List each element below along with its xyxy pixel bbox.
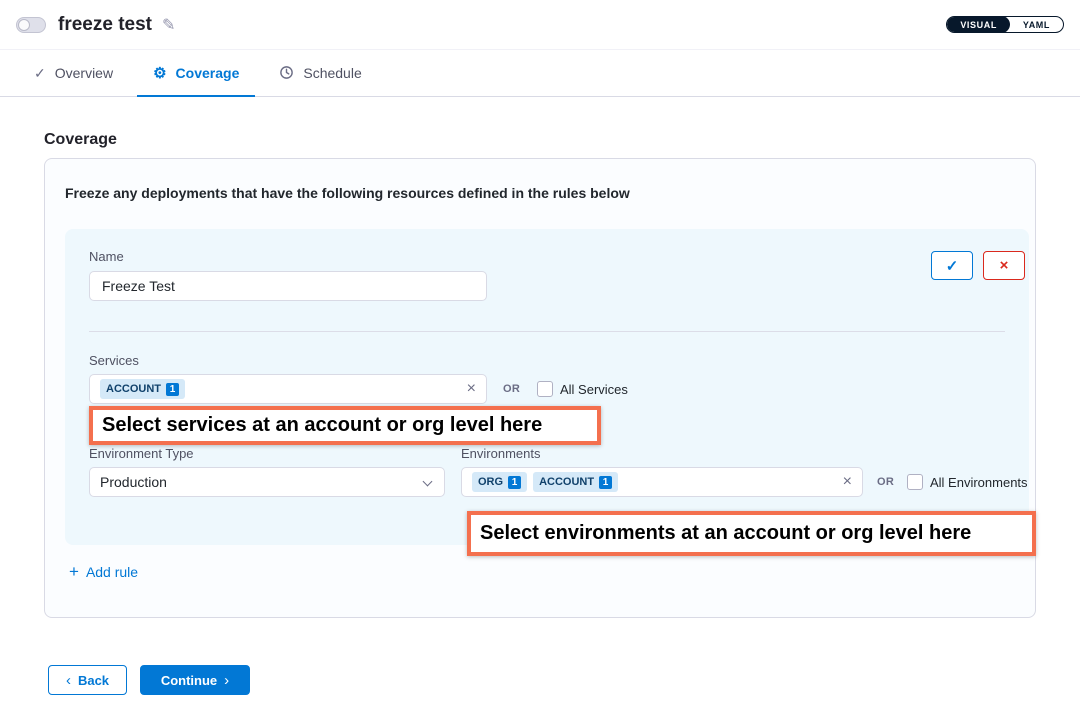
tag-label: ORG: [478, 476, 503, 488]
coverage-description: Freeze any deployments that have the fol…: [65, 185, 630, 201]
environments-input[interactable]: ORG 1 ACCOUNT 1 ×: [461, 467, 863, 497]
schedule-clock-icon: [279, 65, 294, 82]
top-bar: freeze test ✎ VISUAL YAML: [0, 0, 1080, 50]
services-tag-account[interactable]: ACCOUNT 1: [100, 379, 185, 399]
freeze-rule-card: Name ✓ × Services ACCOUNT 1 × OR All Ser…: [65, 229, 1029, 545]
services-label: Services: [89, 353, 139, 368]
services-input[interactable]: ACCOUNT 1 ×: [89, 374, 487, 404]
edit-pencil-icon[interactable]: ✎: [162, 15, 175, 35]
page-title: freeze test: [58, 14, 152, 36]
add-rule-label: Add rule: [86, 564, 138, 580]
tab-schedule[interactable]: Schedule: [263, 50, 377, 96]
gear-icon: ⚙: [153, 66, 166, 81]
freeze-studio-window: freeze test ✎ VISUAL YAML ✓ Overview ⚙ C…: [0, 0, 1080, 709]
toggle-knob: [18, 19, 30, 31]
apply-rule-button[interactable]: ✓: [931, 251, 973, 280]
continue-button-label: Continue: [161, 673, 217, 688]
clear-services-icon[interactable]: ×: [467, 381, 476, 397]
environments-or-label: OR: [877, 476, 894, 488]
rule-divider: [89, 331, 1005, 332]
coverage-card: Freeze any deployments that have the fol…: [44, 158, 1036, 618]
chevron-down-icon: [423, 477, 433, 487]
all-services-checkbox[interactable]: [537, 381, 553, 397]
services-annotation-callout: Select services at an account or org lev…: [89, 406, 601, 445]
visual-yaml-toggle: VISUAL YAML: [946, 16, 1064, 33]
tag-count-badge: 1: [508, 476, 521, 489]
chevron-left-icon: ‹: [66, 673, 71, 688]
environments-annotation-callout: Select environments at an account or org…: [467, 511, 1036, 556]
yaml-toggle-button[interactable]: YAML: [1010, 16, 1063, 33]
chevron-right-icon: ›: [224, 673, 229, 688]
environment-type-label: Environment Type: [89, 446, 194, 461]
visual-toggle-button[interactable]: VISUAL: [947, 16, 1010, 33]
coverage-section-heading: Coverage: [44, 131, 117, 149]
tag-count-badge: 1: [166, 383, 179, 396]
freeze-enable-toggle[interactable]: [16, 17, 46, 33]
all-environments-label[interactable]: All Environments: [930, 475, 1028, 490]
tag-label: ACCOUNT: [539, 476, 594, 488]
check-icon: ✓: [34, 66, 46, 80]
all-environments-checkbox[interactable]: [907, 474, 923, 490]
environment-type-value: Production: [100, 474, 167, 490]
tab-schedule-label: Schedule: [303, 65, 361, 81]
check-icon: ✓: [946, 257, 959, 275]
tab-overview-label: Overview: [55, 65, 113, 81]
tab-overview[interactable]: ✓ Overview: [18, 50, 129, 96]
tag-count-badge: 1: [599, 476, 612, 489]
add-rule-button[interactable]: + Add rule: [69, 563, 138, 580]
plus-icon: +: [69, 563, 79, 580]
services-or-label: OR: [503, 383, 520, 395]
rule-name-input[interactable]: [89, 271, 487, 301]
environments-tag-account[interactable]: ACCOUNT 1: [533, 472, 618, 492]
environments-tag-org[interactable]: ORG 1: [472, 472, 527, 492]
delete-rule-button[interactable]: ×: [983, 251, 1025, 280]
clear-environments-icon[interactable]: ×: [843, 474, 852, 490]
tab-coverage[interactable]: ⚙ Coverage: [137, 50, 255, 96]
name-label: Name: [89, 249, 124, 264]
tag-label: ACCOUNT: [106, 383, 161, 395]
continue-button[interactable]: Continue ›: [140, 665, 250, 695]
close-icon: ×: [1000, 257, 1009, 274]
environments-label: Environments: [461, 446, 540, 461]
tab-coverage-label: Coverage: [176, 65, 240, 81]
back-button-label: Back: [78, 673, 109, 688]
back-button[interactable]: ‹ Back: [48, 665, 127, 695]
all-services-label[interactable]: All Services: [560, 382, 628, 397]
tab-bar: ✓ Overview ⚙ Coverage Schedule: [0, 50, 1080, 97]
environment-type-select[interactable]: Production: [89, 467, 445, 497]
